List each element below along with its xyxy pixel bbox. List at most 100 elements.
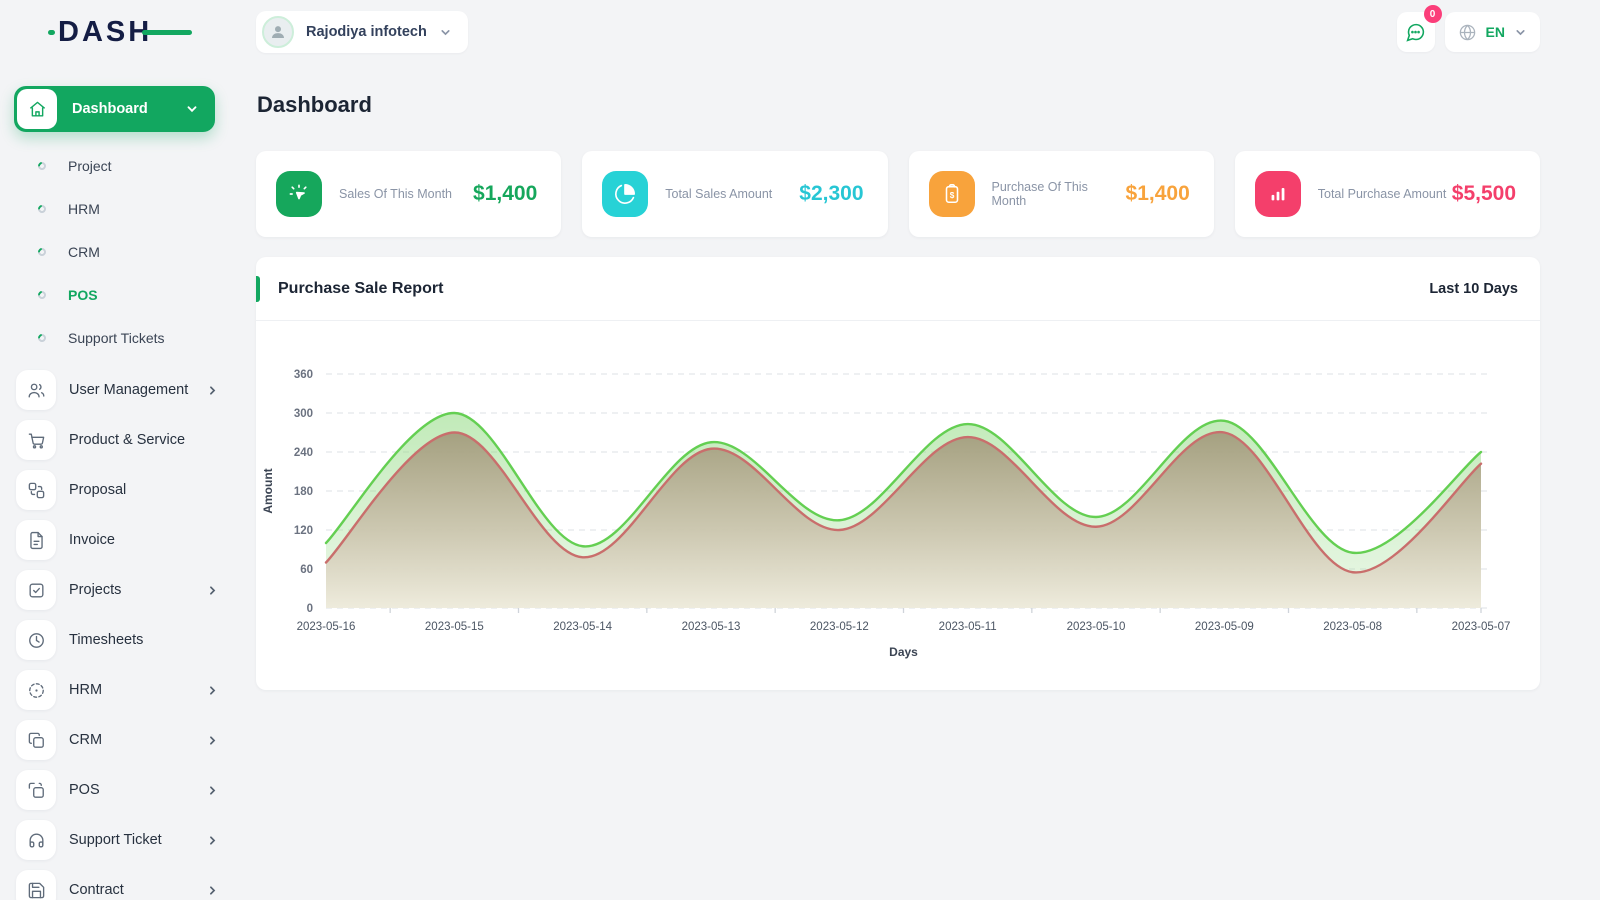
- stat-label: Total Purchase Amount: [1318, 187, 1447, 201]
- company-avatar: [262, 16, 294, 48]
- tap-icon-tile: [276, 171, 322, 217]
- language-selector[interactable]: EN: [1445, 12, 1540, 52]
- bullet-icon: [36, 203, 47, 214]
- clock-icon: [27, 631, 46, 650]
- chevron-right-icon: [206, 834, 219, 847]
- sidebar-item-label: Projects: [69, 582, 121, 598]
- sidebar-item-label: POS: [69, 782, 100, 798]
- svg-text:2023-05-12: 2023-05-12: [810, 621, 869, 633]
- purchase-sale-chart[interactable]: 0601201802403003602023-05-162023-05-1520…: [256, 321, 1540, 673]
- bullet-icon: [36, 246, 47, 257]
- user-icon: [269, 23, 287, 41]
- crm-icon: [27, 731, 46, 750]
- sidebar-subitem-crm[interactable]: CRM: [0, 230, 235, 273]
- stat-value: $1,400: [1126, 182, 1190, 206]
- bullet-icon: [36, 332, 47, 343]
- svg-text:0: 0: [307, 603, 313, 615]
- sidebar-item-contract[interactable]: Contract: [0, 865, 235, 900]
- logo-accent-bar: [142, 30, 192, 35]
- app-logo[interactable]: DASH: [58, 16, 178, 49]
- users-icon-tile: [16, 370, 56, 410]
- cart-icon: [27, 431, 46, 450]
- sidebar-item-hrm[interactable]: HRM: [0, 665, 235, 715]
- sidebar-item-pos[interactable]: POS: [0, 765, 235, 815]
- svg-text:2023-05-15: 2023-05-15: [425, 621, 484, 633]
- svg-text:2023-05-13: 2023-05-13: [682, 621, 741, 633]
- users-icon: [27, 381, 46, 400]
- svg-text:Amount: Amount: [261, 468, 275, 513]
- chevron-down-icon: [185, 102, 199, 116]
- svg-text:2023-05-11: 2023-05-11: [939, 621, 997, 633]
- logo-text: DASH: [58, 16, 152, 48]
- company-name: Rajodiya infotech: [306, 24, 427, 40]
- save-icon-tile: [16, 870, 56, 900]
- sidebar-item-product-service[interactable]: Product & Service: [0, 415, 235, 465]
- svg-text:Days: Days: [889, 645, 918, 659]
- chevron-right-icon: [206, 784, 219, 797]
- bullet-icon: [36, 289, 47, 300]
- hrm-icon: [27, 681, 46, 700]
- topbar: DASH Rajodiya infotech 0 EN: [0, 0, 1600, 64]
- clock-icon-tile: [16, 620, 56, 660]
- sidebar-item-user-management[interactable]: User Management: [0, 365, 235, 415]
- company-selector[interactable]: Rajodiya infotech: [256, 11, 468, 53]
- sidebar: Dashboard Project HRM CRM POS Support Ti…: [0, 64, 235, 900]
- page-title: Dashboard: [257, 92, 1540, 118]
- logo-accent-dot: [48, 30, 55, 35]
- sidebar-item-timesheets[interactable]: Timesheets: [0, 615, 235, 665]
- stat-card-sales-month: Sales Of This Month $1,400: [256, 151, 561, 237]
- swap-boxes-icon-tile: [16, 470, 56, 510]
- sidebar-item-proposal[interactable]: Proposal: [0, 465, 235, 515]
- svg-text:2023-05-09: 2023-05-09: [1195, 621, 1254, 633]
- sidebar-item-label: Product & Service: [69, 432, 185, 448]
- clipboard-icon-tile: $: [929, 171, 975, 217]
- chevron-right-icon: [206, 684, 219, 697]
- logo-area: DASH: [0, 16, 235, 49]
- dashboard-sub-menu: Project HRM CRM POS Support Tickets: [0, 144, 235, 359]
- dashed-circle-icon-tile: [16, 670, 56, 710]
- invoice-icon: [27, 531, 46, 550]
- svg-text:2023-05-10: 2023-05-10: [1067, 621, 1126, 633]
- chevron-right-icon: [206, 884, 219, 897]
- home-icon-tile: [17, 89, 57, 129]
- sidebar-item-crm[interactable]: CRM: [0, 715, 235, 765]
- stat-card-purchase-month: $ Purchase Of This Month $1,400: [909, 151, 1214, 237]
- svg-text:120: 120: [294, 525, 313, 537]
- messages-badge: 0: [1424, 5, 1442, 23]
- bar-chart-icon-tile: [1255, 171, 1301, 217]
- sidebar-item-label: User Management: [69, 382, 188, 398]
- sidebar-item-label: Support Ticket: [69, 832, 162, 848]
- stat-card-total-purchase: Total Purchase Amount $5,500: [1235, 151, 1540, 237]
- proposal-icon: [27, 481, 46, 500]
- clipboard-dollar-icon: $: [941, 183, 963, 205]
- sidebar-item-dashboard[interactable]: Dashboard: [14, 86, 215, 132]
- cart-icon-tile: [16, 420, 56, 460]
- sidebar-item-support-ticket[interactable]: Support Ticket: [0, 815, 235, 865]
- chevron-right-icon: [206, 384, 219, 397]
- sidebar-subitem-support-tickets[interactable]: Support Tickets: [0, 316, 235, 359]
- tap-icon: [288, 183, 310, 205]
- bar-chart-icon: [1267, 183, 1289, 205]
- report-header: Purchase Sale Report Last 10 Days: [256, 257, 1540, 321]
- pos-icon: [27, 781, 46, 800]
- messages-button[interactable]: 0: [1397, 12, 1435, 52]
- headset-icon-tile: [16, 820, 56, 860]
- sidebar-item-projects[interactable]: Projects: [0, 565, 235, 615]
- sidebar-item-label: Contract: [69, 882, 124, 898]
- subitem-label: CRM: [68, 244, 100, 260]
- chevron-down-icon: [1514, 26, 1527, 39]
- sidebar-item-label: Timesheets: [69, 632, 143, 648]
- svg-text:2023-05-07: 2023-05-07: [1452, 621, 1511, 633]
- report-range-label: Last 10 Days: [1429, 281, 1518, 297]
- svg-text:2023-05-08: 2023-05-08: [1323, 621, 1382, 633]
- svg-text:240: 240: [294, 447, 313, 459]
- stat-value: $5,500: [1452, 182, 1516, 206]
- sidebar-item-label: Invoice: [69, 532, 115, 548]
- stat-label: Sales Of This Month: [339, 187, 452, 201]
- main-content: Dashboard Sales Of This Month $1,400 Tot…: [235, 64, 1600, 900]
- sidebar-subitem-hrm[interactable]: HRM: [0, 187, 235, 230]
- sidebar-subitem-pos[interactable]: POS: [0, 273, 235, 316]
- sidebar-subitem-project[interactable]: Project: [0, 144, 235, 187]
- sidebar-item-label: HRM: [69, 682, 102, 698]
- sidebar-item-invoice[interactable]: Invoice: [0, 515, 235, 565]
